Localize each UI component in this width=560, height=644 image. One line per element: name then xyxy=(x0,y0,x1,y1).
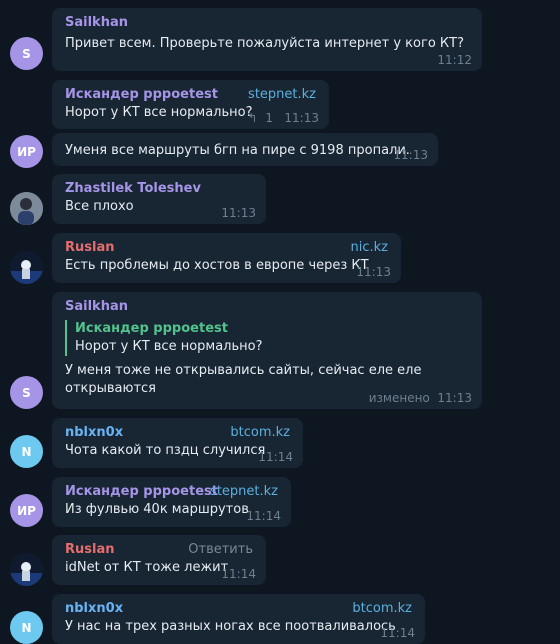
message-bubble[interactable]: Zhastilek Toleshev Все плохо 11:13 xyxy=(52,174,266,224)
avatar[interactable]: S xyxy=(10,376,43,409)
message-bubble[interactable]: Sailkhan Искандер pppoetest Норот у КТ в… xyxy=(52,292,482,409)
message-time: 11:14 xyxy=(221,567,256,581)
reply-arrow-icon[interactable]: ↰ xyxy=(247,111,257,125)
message-time: 11:13 xyxy=(437,391,472,405)
avatar[interactable]: N xyxy=(10,611,43,644)
sender-tag: nic.kz xyxy=(350,240,388,255)
sender-name[interactable]: Ruslan xyxy=(65,239,388,257)
message-text: Уменя все маршруты бгп на пире с 9198 пр… xyxy=(65,143,410,158)
user-photo-avatar[interactable] xyxy=(10,553,43,586)
quoted-message[interactable]: Искандер pppoetest Норот у КТ все нормал… xyxy=(65,320,469,356)
sender-name[interactable]: Sailkhan xyxy=(65,298,469,316)
avatar[interactable]: S xyxy=(10,37,43,70)
message-time: 11:12 xyxy=(437,53,472,67)
message-bubble[interactable]: Искандер pppoetest stepnet.kz Норот у КТ… xyxy=(52,80,329,129)
user-photo-avatar[interactable] xyxy=(10,192,43,225)
message-time: 11:13 xyxy=(221,206,256,220)
message-time: 11:13 xyxy=(284,111,319,125)
message-bubble[interactable]: Ruslan Ответить idNet от КТ тоже лежит 1… xyxy=(52,535,266,585)
stage-photo-icon xyxy=(10,553,43,586)
reply-button[interactable]: Ответить xyxy=(188,541,253,559)
sender-tag: btcom.kz xyxy=(352,601,412,616)
avatar[interactable]: ИР xyxy=(10,494,43,527)
chat-history[interactable]: Sailkhan Привет всем. Проверьте пожалуйс… xyxy=(0,0,560,644)
message-bubble[interactable]: nblxn0x btcom.kz Чота какой то пздц случ… xyxy=(52,418,303,468)
message-bubble[interactable]: Искандер pppoetest stepnet.kz Из фулвью … xyxy=(52,477,291,527)
person-photo-icon xyxy=(10,192,43,225)
message-bubble[interactable]: Ruslan nic.kz Есть проблемы до хостов в … xyxy=(52,233,401,283)
message-bubble[interactable]: Уменя все маршруты бгп на пире с 9198 пр… xyxy=(52,133,438,166)
message-meta: ↰ 1 11:13 xyxy=(247,111,319,125)
message-bubble[interactable]: nblxn0x btcom.kz У нас на трех разных но… xyxy=(52,594,425,644)
message-time: 11:13 xyxy=(393,148,428,162)
message-text: У нас на трех разных ногах все поотвалив… xyxy=(65,619,396,634)
message-time: 11:13 xyxy=(356,265,391,279)
edited-label: изменено xyxy=(368,391,430,405)
message-text-line: У меня тоже не открывались сайты, сейчас… xyxy=(65,363,422,378)
sender-tag: btcom.kz xyxy=(230,425,290,440)
sender-name[interactable]: Sailkhan xyxy=(65,14,469,32)
stage-photo-icon xyxy=(10,251,43,284)
quoted-text: Норот у КТ все нормально? xyxy=(75,339,263,354)
reply-count: 1 xyxy=(265,111,273,125)
message-text: Есть проблемы до хостов в европе через К… xyxy=(65,258,369,273)
sender-name[interactable]: Zhastilek Toleshev xyxy=(65,180,253,198)
message-time: 11:14 xyxy=(380,626,415,640)
sender-tag: stepnet.kz xyxy=(210,484,278,499)
message-bubble[interactable]: Sailkhan Привет всем. Проверьте пожалуйс… xyxy=(52,8,482,71)
message-text: Чота какой то пздц случился xyxy=(65,443,266,458)
message-text: Привет всем. Проверьте пожалуйста интерн… xyxy=(65,36,464,51)
user-photo-avatar[interactable] xyxy=(10,251,43,284)
message-time: 11:14 xyxy=(258,450,293,464)
avatar[interactable]: N xyxy=(10,435,43,468)
message-time: 11:14 xyxy=(246,509,281,523)
avatar[interactable]: ИР xyxy=(10,135,43,168)
quoted-sender: Искандер pppoetest xyxy=(75,321,228,336)
message-meta: изменено 11:13 xyxy=(369,391,472,405)
sender-tag: stepnet.kz xyxy=(248,87,316,102)
